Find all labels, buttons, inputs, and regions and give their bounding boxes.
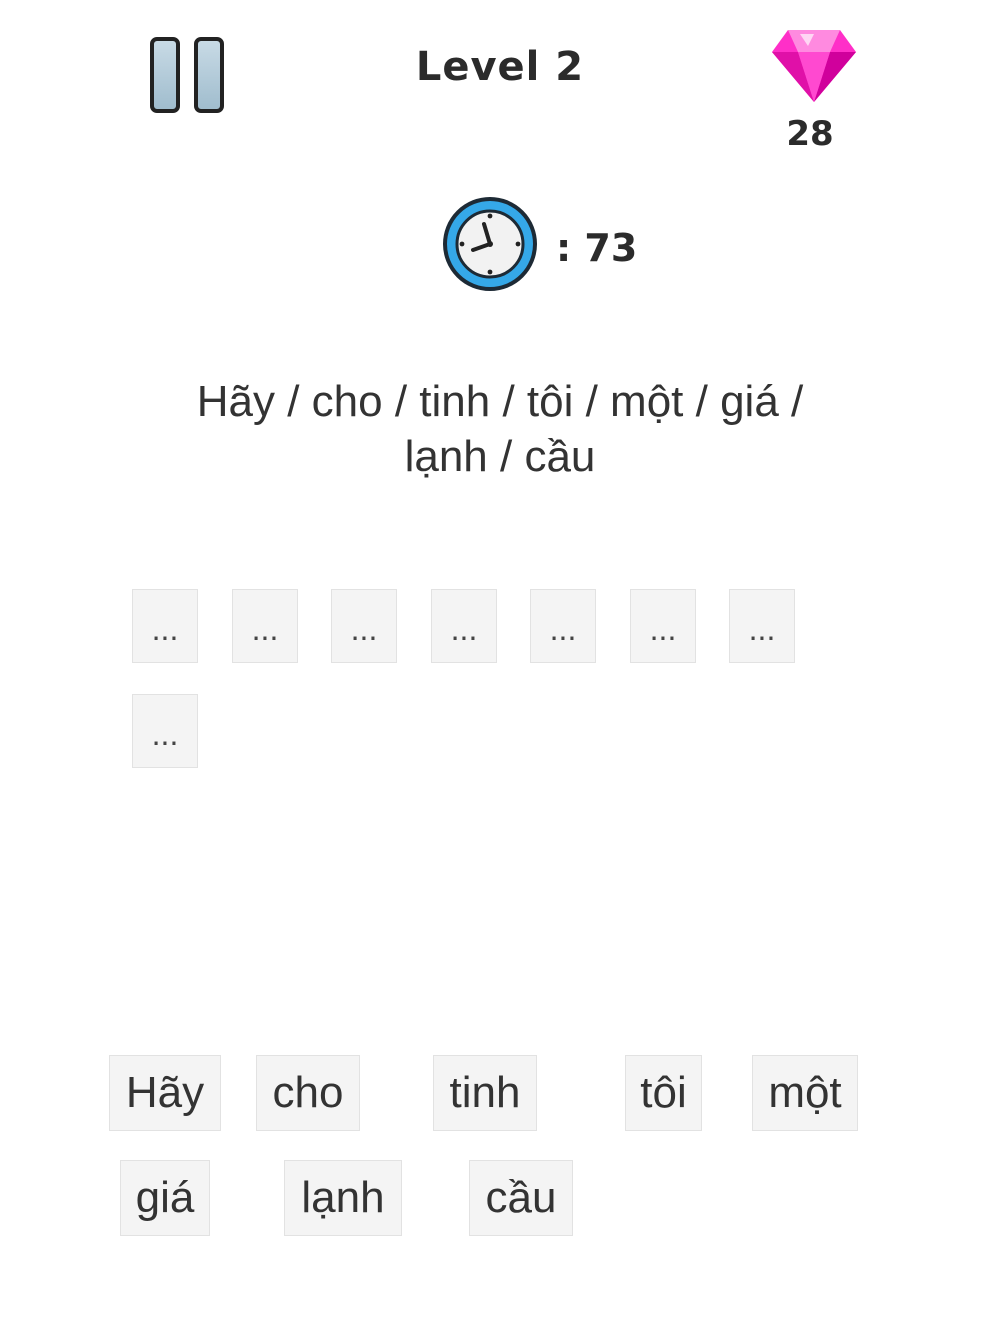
word-button-tinh[interactable]: tinh xyxy=(433,1055,537,1131)
answer-slot[interactable]: ... xyxy=(431,589,497,663)
scrambled-sentence-line-1: Hãy / cho / tinh / tôi / một / giá / xyxy=(196,377,804,426)
answer-slot[interactable]: ... xyxy=(232,589,298,663)
answer-slot[interactable]: ... xyxy=(132,589,198,663)
word-button-toi[interactable]: tôi xyxy=(625,1055,702,1131)
timer-countdown: : 73 xyxy=(556,226,638,270)
scrambled-sentence-line-2: lạnh / cầu xyxy=(404,432,596,481)
pause-icon xyxy=(150,37,224,113)
answer-slot[interactable]: ... xyxy=(530,589,596,663)
answer-slot[interactable]: ... xyxy=(630,589,696,663)
word-button-mot[interactable]: một xyxy=(752,1055,858,1131)
gem-icon xyxy=(770,26,858,104)
answer-slot[interactable]: ... xyxy=(132,694,198,768)
word-button-lanh[interactable]: lạnh xyxy=(284,1160,402,1236)
word-button-gia[interactable]: giá xyxy=(120,1160,210,1236)
clock-icon xyxy=(440,194,540,294)
word-button-hay[interactable]: Hãy xyxy=(109,1055,221,1131)
pause-button[interactable] xyxy=(148,36,228,114)
word-button-cau[interactable]: cầu xyxy=(469,1160,573,1236)
word-button-cho[interactable]: cho xyxy=(256,1055,360,1131)
answer-slot[interactable]: ... xyxy=(729,589,795,663)
answer-slot[interactable]: ... xyxy=(331,589,397,663)
gem-count: 28 xyxy=(786,114,834,154)
level-title: Level 2 xyxy=(415,44,585,90)
scrambled-sentence: Hãy / cho / tinh / tôi / một / giá / lạn… xyxy=(130,374,870,484)
